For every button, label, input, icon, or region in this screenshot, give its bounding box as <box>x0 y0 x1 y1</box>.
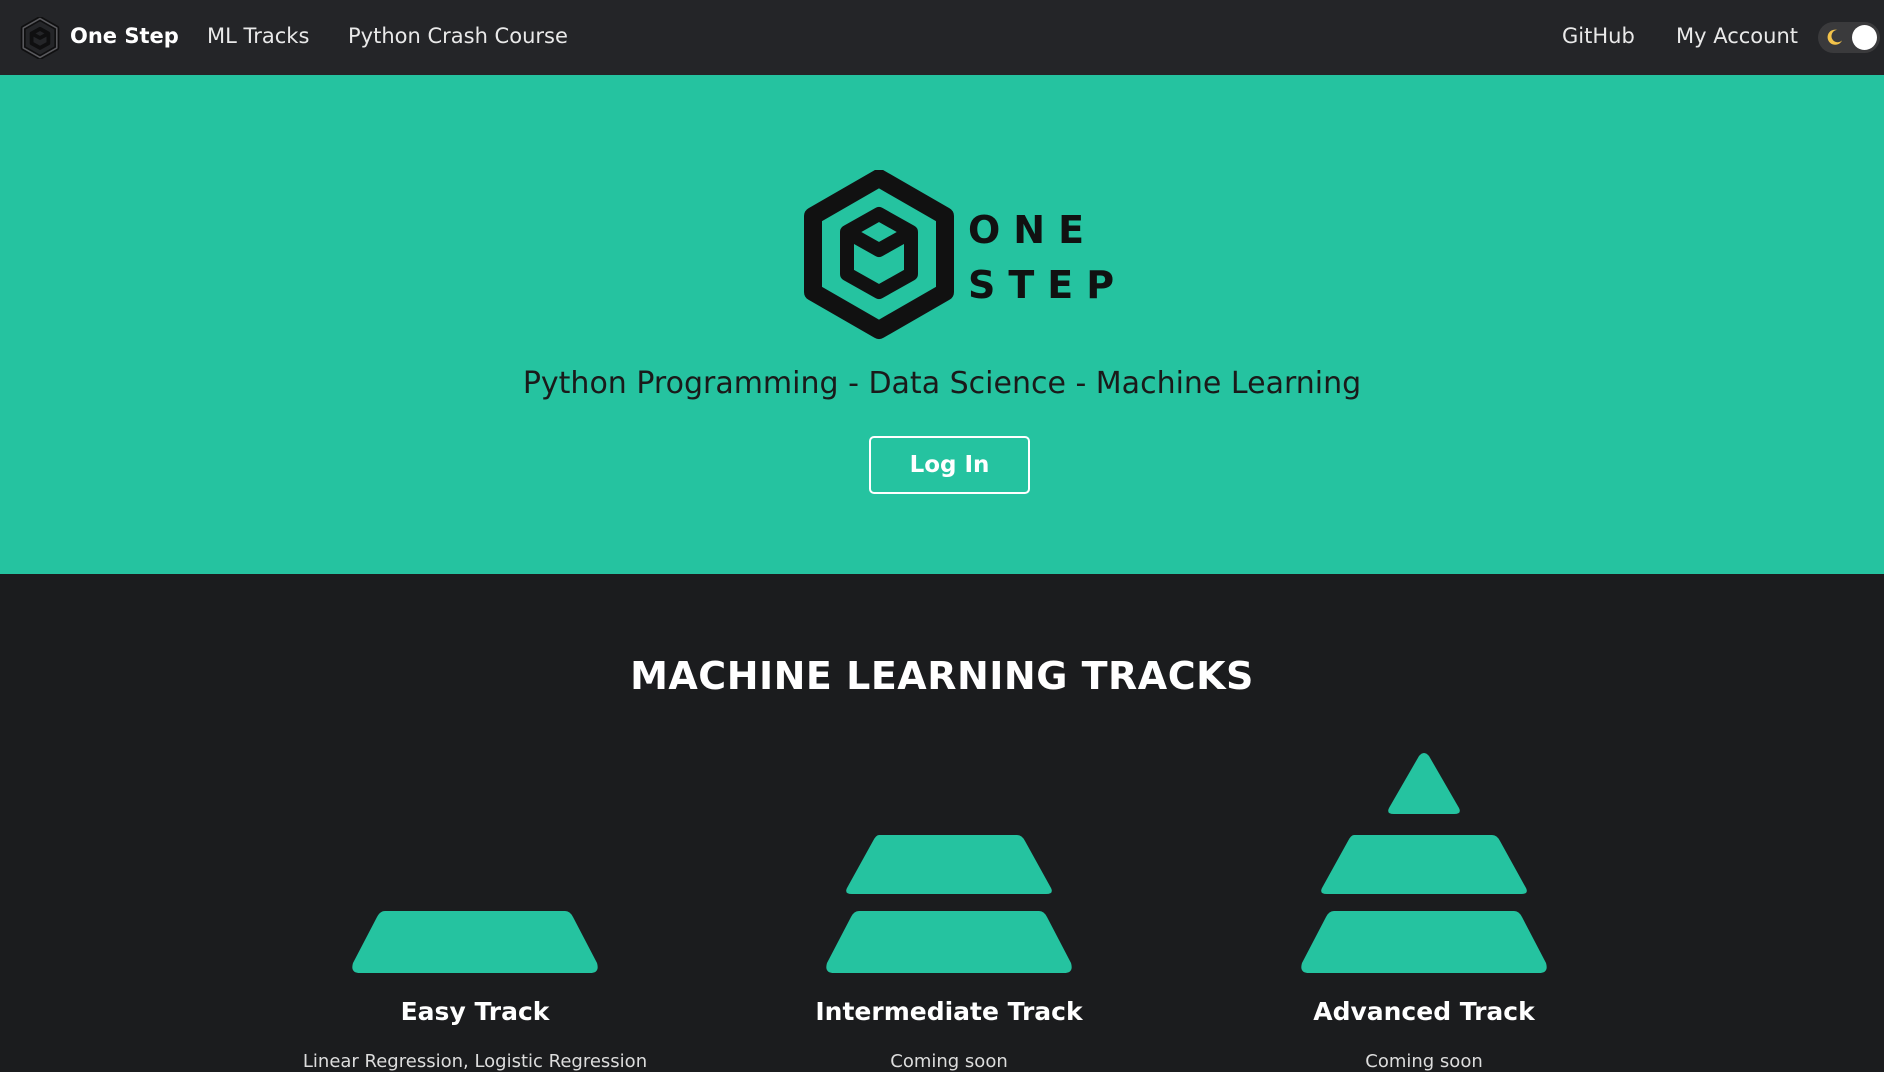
hero-tagline: Python Programming - Data Science - Mach… <box>522 366 1362 401</box>
nav-link-github[interactable]: GitHub <box>1562 24 1635 48</box>
track-card-easy[interactable]: Easy Track Linear Regression, Logistic R… <box>303 745 647 1072</box>
track-description: Coming soon <box>1365 1051 1483 1072</box>
logo-text-one: ONE <box>968 208 1098 252</box>
tracks-section-title: MACHINE LEARNING TRACKS <box>630 654 1254 698</box>
nav-link-python-crash-course[interactable]: Python Crash Course <box>348 24 568 48</box>
pyramid-level-2-icon <box>826 835 1072 973</box>
navbar: One Step ML Tracks Python Crash Course G… <box>0 0 1884 75</box>
moon-icon <box>1827 29 1843 45</box>
track-card-advanced[interactable]: Advanced Track Coming soon <box>1284 745 1564 1072</box>
track-description: Coming soon <box>890 1051 1008 1072</box>
toggle-knob <box>1852 25 1877 50</box>
logo-text-step: STEP <box>968 263 1128 307</box>
one-step-logo-icon[interactable] <box>20 17 60 59</box>
track-card-intermediate[interactable]: Intermediate Track Coming soon <box>809 745 1089 1072</box>
pyramid-level-3-icon <box>1301 753 1547 973</box>
hero-logo-text: ONE STEP <box>968 203 1127 313</box>
track-description: Linear Regression, Logistic Regression <box>302 1051 648 1072</box>
brand-link[interactable]: One Step <box>70 24 179 48</box>
theme-toggle[interactable] <box>1818 22 1880 53</box>
login-button[interactable]: Log In <box>869 436 1030 494</box>
nav-link-ml-tracks[interactable]: ML Tracks <box>207 24 309 48</box>
track-name: Intermediate Track <box>815 997 1083 1026</box>
pyramid-level-1-icon <box>352 911 598 973</box>
nav-link-my-account[interactable]: My Account <box>1676 24 1798 48</box>
track-name: Easy Track <box>400 997 550 1026</box>
hero-section: ONE STEP Python Programming - Data Scien… <box>0 75 1884 574</box>
track-name: Advanced Track <box>1313 997 1535 1026</box>
